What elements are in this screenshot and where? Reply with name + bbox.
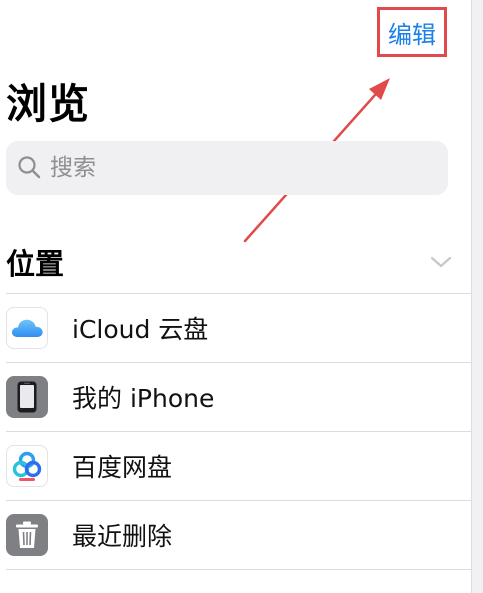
icloud-icon	[6, 307, 48, 349]
iphone-icon	[6, 376, 48, 418]
chevron-down-icon[interactable]	[430, 255, 452, 269]
list-item-recently-deleted[interactable]: 最近删除	[6, 501, 471, 569]
list-item-label: 最近删除	[72, 522, 173, 551]
list-item-baidu-netdisk[interactable]: 百度网盘	[6, 432, 471, 500]
search-input[interactable]	[50, 155, 430, 181]
list-item-label: iCloud 云盘	[72, 315, 209, 344]
divider	[6, 569, 471, 570]
baidu-netdisk-icon	[6, 445, 48, 487]
edit-button[interactable]: 编辑	[377, 7, 447, 57]
locations-section-header[interactable]: 位置	[6, 239, 466, 285]
locations-title: 位置	[6, 247, 65, 281]
list-item-label: 我的 iPhone	[72, 384, 215, 413]
trash-icon	[6, 514, 48, 556]
edit-label: 编辑	[388, 20, 436, 49]
search-icon	[18, 156, 41, 179]
list-item-label: 百度网盘	[72, 453, 173, 482]
right-edge-panel	[471, 0, 483, 593]
list-item-my-iphone[interactable]: 我的 iPhone	[6, 363, 471, 431]
page-title: 浏览	[6, 80, 90, 128]
search-bar[interactable]	[6, 141, 448, 195]
locations-list: iCloud 云盘 我的 iPhone 百度网盘 最近删除	[6, 293, 471, 570]
list-item-icloud-drive[interactable]: iCloud 云盘	[6, 294, 471, 362]
